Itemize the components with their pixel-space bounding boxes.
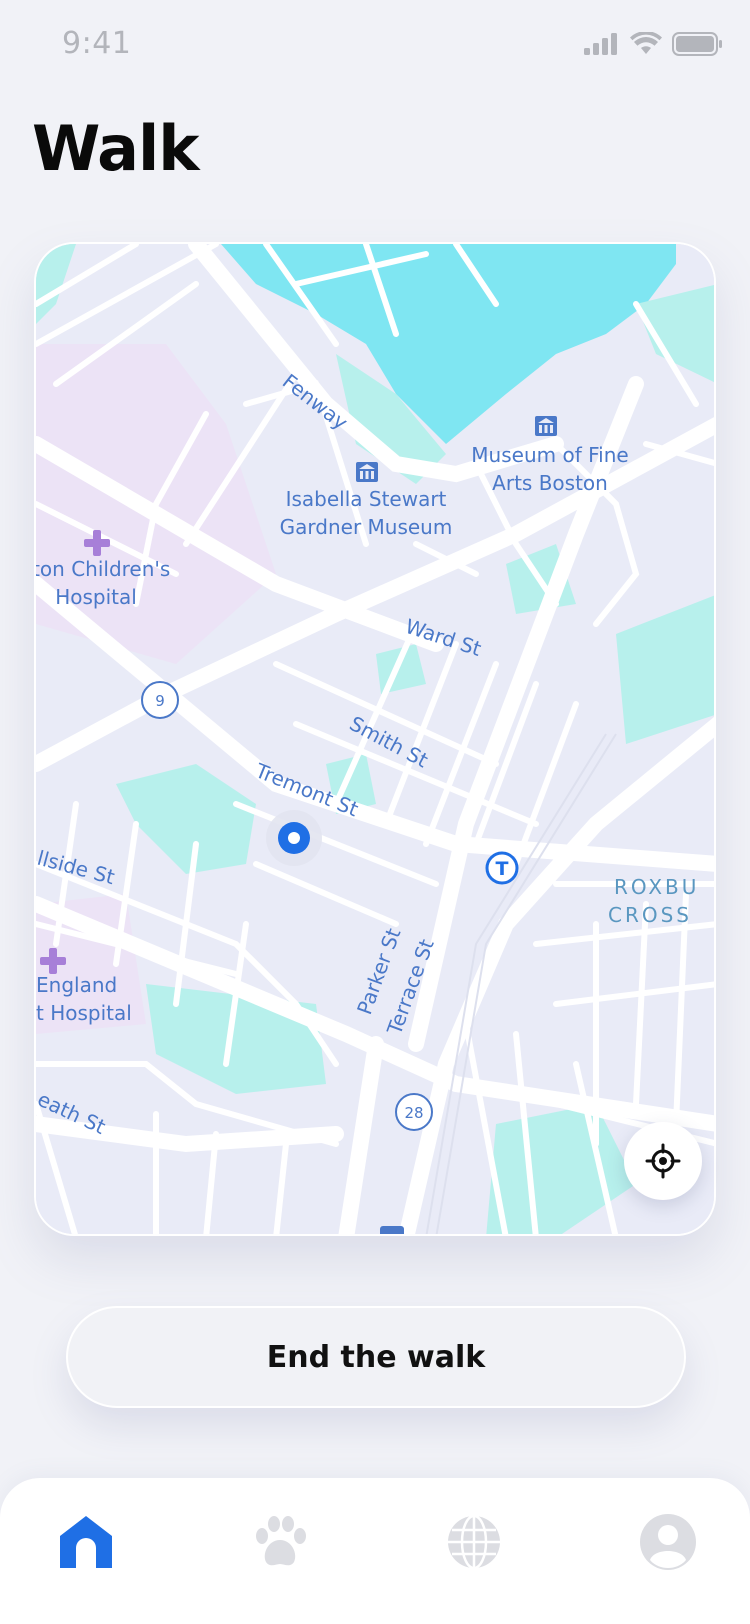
tab-explore[interactable] [442,1510,506,1574]
map-label-gardner-2: Gardner Museum [280,515,453,539]
paw-icon [256,1516,306,1566]
profile-icon [640,1514,696,1570]
home-icon [60,1516,112,1568]
status-time: 9:41 [62,26,132,61]
route-28-shield: 28 [395,1093,433,1131]
transit-station-icon[interactable]: T [485,851,519,885]
museum-icon [535,416,557,436]
map-label-roxbury-2: CROSS [608,903,692,927]
map-label-museum-fine-arts: Museum of Fine [471,443,628,467]
globe-icon [448,1514,500,1570]
user-location-marker [266,810,322,866]
transit-label: T [496,858,509,880]
tab-bar [0,1478,750,1624]
route-9-label: 9 [155,692,165,710]
map-label-childrens-hospital: ston Children's [36,557,170,581]
route-9-shield: 9 [141,681,179,719]
tab-home[interactable] [54,1510,118,1574]
tab-pets[interactable] [248,1510,312,1574]
status-icons [584,32,722,56]
map-label-england-hospital: England [36,973,117,997]
map-view[interactable]: Fenway Museum of Fine Arts Boston Isabel… [34,242,716,1236]
signal-icon [584,33,617,55]
end-walk-button[interactable]: End the walk [66,1306,686,1408]
route-28-label: 28 [404,1104,423,1122]
tab-profile[interactable] [636,1510,700,1574]
page-title: Walk [32,112,199,185]
wifi-icon [630,32,662,54]
recenter-location-button[interactable] [624,1122,702,1200]
map-label-gardner: Isabella Stewart [286,487,447,511]
map-label-museum-fine-arts-2: Arts Boston [492,471,608,495]
status-bar: 9:41 [0,0,750,92]
poi-icon [380,1226,404,1234]
map-canvas[interactable]: Fenway Museum of Fine Arts Boston Isabel… [36,244,716,1236]
museum-icon [356,462,378,482]
battery-icon [672,32,722,56]
crosshair-icon [645,1143,681,1179]
map-label-roxbury: ROXBU [614,875,699,899]
map-label-england-hospital-2: t Hospital [36,1001,132,1025]
map-label-childrens-hospital-2: Hospital [55,585,137,609]
